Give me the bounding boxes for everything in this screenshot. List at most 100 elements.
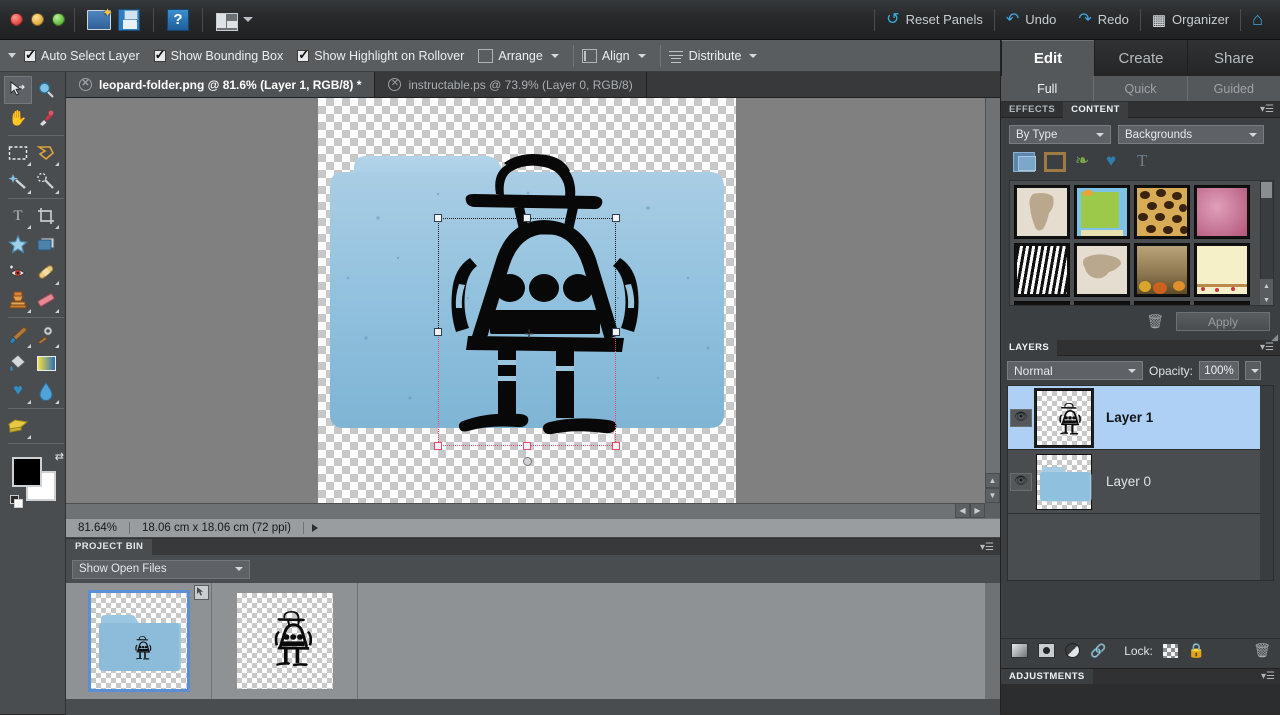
zoom-tool[interactable] — [32, 76, 60, 104]
layer-mask-icon[interactable] — [1038, 643, 1055, 658]
show-bounding-box-checkbox[interactable]: Show Bounding Box — [153, 47, 283, 63]
help-icon[interactable]: ? — [163, 7, 193, 33]
panel-menu-icon[interactable]: ▾☰ — [1260, 104, 1274, 115]
selection-brush-tool[interactable] — [32, 167, 60, 195]
reset-colors-icon[interactable] — [10, 495, 23, 508]
content-thumbnail-partial-row[interactable] — [1074, 301, 1130, 305]
shapes-icon[interactable]: ♥ — [1106, 152, 1128, 172]
layer-visibility-toggle[interactable]: 👁 — [1010, 408, 1032, 427]
distribute-menu[interactable]: Distribute — [668, 49, 758, 63]
gradient-layer-icon[interactable] — [1011, 643, 1028, 658]
content-thumbnail-africa-map[interactable] — [1014, 185, 1070, 239]
scroll-left-arrow-icon[interactable]: ◀ — [955, 503, 970, 518]
auto-select-layer-checkbox[interactable]: Auto Select Layer — [24, 47, 140, 63]
close-icon[interactable]: ✕ — [79, 78, 92, 91]
layer-list-scrollbar[interactable] — [1260, 386, 1273, 580]
blend-mode-select[interactable]: Normal — [1007, 361, 1143, 380]
apply-button[interactable]: Apply — [1176, 312, 1270, 331]
foreground-color-swatch[interactable] — [12, 457, 42, 487]
opacity-input[interactable]: 100% — [1199, 361, 1240, 380]
content-thumbnail-pink-texture[interactable] — [1194, 185, 1250, 239]
content-panel-resizer[interactable]: ◢ — [1001, 332, 1280, 342]
document-tab-instructable[interactable]: ✕ instructable.ps @ 73.9% (Layer 0, RGB/… — [375, 72, 647, 97]
canvas-horizontal-scrollbar[interactable]: ◀ ▶ — [66, 503, 985, 518]
reset-panels-button[interactable]: ↺ Reset Panels — [875, 7, 994, 33]
lasso-tool[interactable] — [32, 139, 60, 167]
blur-tool[interactable] — [32, 377, 60, 405]
transform-handle-middle-left[interactable] — [434, 328, 442, 336]
trash-icon[interactable]: 🗑 — [1253, 642, 1271, 659]
content-filter-by-select[interactable]: By Type — [1009, 125, 1111, 144]
straighten-tool[interactable] — [32, 230, 60, 258]
layer-row-layer-1[interactable]: 👁 Layer 1 — [1008, 386, 1273, 450]
new-file-icon[interactable]: ✦ — [84, 6, 114, 33]
transform-bounding-box[interactable]: ✛ — [434, 214, 620, 466]
layer-thumbnail-folder[interactable] — [1036, 453, 1092, 510]
clone-stamp-tool[interactable] — [4, 286, 32, 314]
scroll-down-arrow-icon[interactable]: ▼ — [1260, 293, 1273, 305]
align-menu[interactable]: Align — [581, 48, 646, 63]
content-thumbnail-partial-row[interactable] — [1194, 301, 1250, 305]
zoom-window-button[interactable] — [52, 13, 65, 26]
paint-bucket-tool[interactable] — [4, 349, 32, 377]
scroll-right-arrow-icon[interactable]: ▶ — [970, 503, 985, 518]
layer-thumbnail-robot[interactable] — [1036, 389, 1092, 446]
link-layers-icon[interactable]: 🔗 — [1090, 643, 1106, 659]
transform-handle-top-left[interactable] — [434, 214, 442, 222]
content-thumbnail-asia-map[interactable] — [1074, 243, 1130, 297]
layer-name-label[interactable]: Layer 0 — [1106, 474, 1151, 489]
backgrounds-icon[interactable] — [1013, 152, 1036, 172]
text-icon[interactable]: T — [1137, 152, 1159, 172]
transform-handle-bottom-left[interactable] — [434, 442, 442, 450]
canvas-vertical-scrollbar[interactable]: ▲ ▼ — [985, 98, 1000, 503]
layer-visibility-toggle[interactable]: 👁 — [1010, 472, 1032, 491]
project-bin-item-leopard-folder[interactable] — [66, 583, 212, 699]
tab-layers[interactable]: LAYERS — [1001, 339, 1058, 356]
type-tool[interactable]: T — [4, 202, 32, 230]
close-window-button[interactable] — [10, 13, 23, 26]
gradient-tool[interactable] — [32, 349, 60, 377]
eyedropper-tool[interactable] — [32, 104, 60, 132]
hand-tool[interactable]: ✋ — [4, 104, 32, 132]
undo-button[interactable]: ↶ Undo — [995, 7, 1067, 33]
panel-menu-icon[interactable]: ▾☰ — [980, 542, 994, 553]
transform-handle-bottom-right[interactable] — [612, 442, 620, 450]
subtab-full[interactable]: Full — [1001, 76, 1093, 101]
trash-icon[interactable]: 🗑 — [1146, 313, 1164, 330]
smart-brush-tool[interactable] — [32, 321, 60, 349]
content-grid-scrollbar[interactable]: ▲ ▼ — [1260, 181, 1273, 305]
transform-handle-middle-right[interactable] — [612, 328, 620, 336]
rectangular-marquee-tool[interactable] — [4, 139, 32, 167]
document-tab-leopard-folder[interactable]: ✕ leopard-folder.png @ 81.6% (Layer 1, R… — [66, 72, 376, 97]
content-thumbnail-partial-row[interactable] — [1134, 301, 1190, 305]
minimize-window-button[interactable] — [31, 13, 44, 26]
scroll-down-arrow-icon[interactable]: ▼ — [985, 488, 1000, 503]
content-thumbnail-autumn-harvest[interactable] — [1134, 243, 1190, 297]
swap-colors-icon[interactable]: ⇄ — [55, 452, 64, 463]
magic-wand-tool[interactable] — [4, 167, 32, 195]
zoom-level-field[interactable]: 81.64% — [66, 522, 130, 534]
canvas-area[interactable]: ✛ ▲ ▼ ◀ ▶ — [66, 98, 1000, 518]
layer-name-label[interactable]: Layer 1 — [1106, 410, 1153, 425]
content-thumbnail-zebra-stripes[interactable] — [1014, 243, 1070, 297]
tab-share[interactable]: Share — [1187, 40, 1280, 76]
subtab-quick[interactable]: Quick — [1093, 76, 1186, 101]
scrollbar-thumb[interactable] — [1261, 182, 1272, 198]
tab-adjustments[interactable]: ADJUSTMENTS — [1001, 668, 1093, 685]
home-button[interactable]: ⌂ — [1241, 7, 1274, 33]
transform-pivot-point[interactable]: ✛ — [523, 328, 535, 340]
layout-icon[interactable] — [212, 7, 256, 33]
sponge-tool[interactable] — [4, 412, 32, 440]
redo-button[interactable]: ↷ Redo — [1067, 7, 1139, 33]
brush-tool[interactable] — [4, 321, 32, 349]
transform-handle-top-right[interactable] — [612, 214, 620, 222]
organizer-button[interactable]: ▦ Organizer — [1141, 7, 1240, 33]
project-bin-scrollbar[interactable] — [985, 583, 1000, 699]
layer-row-layer-0[interactable]: 👁 Layer 0 — [1008, 450, 1273, 514]
content-thumbnail-partial-row[interactable] — [1014, 301, 1070, 305]
graphics-icon[interactable]: ❧ — [1075, 152, 1097, 172]
project-bin-filter-select[interactable]: Show Open Files — [72, 559, 250, 579]
shape-tool[interactable]: ♥ — [4, 377, 32, 405]
lock-transparency-icon[interactable] — [1162, 643, 1178, 658]
options-bar-handle[interactable] — [8, 53, 16, 58]
